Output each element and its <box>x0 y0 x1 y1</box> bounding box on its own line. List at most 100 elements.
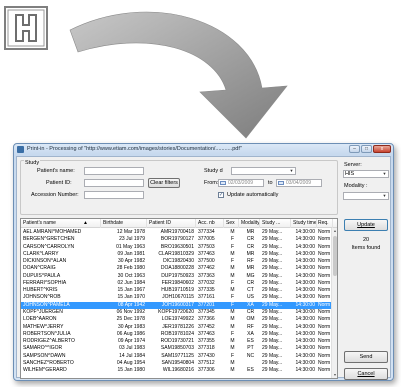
table-row[interactable]: BERGEN^GRETCHEN 23 Jul 1979 BOR19790127 377… <box>21 236 333 243</box>
cell-patient-name: SANCHEZ^ROBERTO <box>23 359 74 366</box>
table-row[interactable]: SANCHEZ^ROBERTO 04 Aug 1954 SAN19540804 377… <box>21 360 333 367</box>
update-button[interactable]: Update <box>344 219 388 231</box>
cell-study-time: 14:30:00 <box>295 359 315 366</box>
cell-study-time: 14:30:00 <box>295 258 315 265</box>
cell-modality: MR <box>246 250 255 257</box>
cell-patient-id: JOH10670115 <box>162 294 194 301</box>
table-row[interactable]: LOEB^AARON 25 Dec 1978 LOE19749922 377366 M O… <box>21 316 333 323</box>
column-header-patient-name[interactable]: Patient's name <box>21 219 101 228</box>
study-date-combo[interactable]: ▼ <box>231 167 296 175</box>
table-row[interactable]: DUPUIS^PAULA 30 Oct 1963 DUP19750923 377363… <box>21 273 333 280</box>
scroll-up-icon[interactable]: ▲ <box>332 228 337 234</box>
cell-patient-name: CLARK^LARRY <box>23 250 59 257</box>
minimize-button[interactable]: – <box>349 145 360 153</box>
column-header-req[interactable]: Req. <box>316 219 333 228</box>
table-row[interactable]: MATHEW^JERRY 30 Apr 1983 JER19781226 377452… <box>21 324 333 331</box>
cell-patient-name: WILHEM^GERARD <box>23 367 67 374</box>
cell-acc-nb: 377462 <box>198 265 215 272</box>
items-found-label: Items found <box>351 245 381 251</box>
table-row[interactable]: CLARK^LARRY 09 Jan 1981 CLAR19810329 377463… <box>21 251 333 258</box>
column-header-patient-id[interactable]: Patient ID <box>147 219 196 228</box>
from-date-picker[interactable]: 02/03/2009 <box>218 179 264 187</box>
to-date-picker[interactable]: 03/04/2009 <box>276 179 322 187</box>
cell-birthdate: 30 Oct 1963 <box>117 272 145 279</box>
cancel-button[interactable]: Cancel <box>344 368 388 380</box>
from-date-value: 02/03/2009 <box>228 180 254 186</box>
cell-acc-nb: 377366 <box>198 316 215 323</box>
table-row[interactable]: DICKINSON^ALAN 30 Apr 1982 DIC19820430 3775… <box>21 258 333 265</box>
table-row[interactable]: ROBERTSON^JULIA 06 Aug 1986 ROB19781024 377… <box>21 331 333 338</box>
table-row[interactable]: JOHNSON^ROB 15 Jan 1970 JOH10670115 377161 F… <box>21 294 333 301</box>
patient-id-input[interactable] <box>84 179 144 187</box>
cell-patient-name: BERGEN^GRETCHEN <box>23 236 75 243</box>
cell-acc-nb: 377500 <box>198 258 215 265</box>
cell-birthdate: 06 Aug 1986 <box>116 330 145 337</box>
table-row[interactable]: DOAN^CRAIG 28 Feb 1980 DOA18800228 377462 M M… <box>21 265 333 272</box>
modality-combo[interactable]: ▼ <box>343 192 389 200</box>
cell-study-time: 14:30:00 <box>295 287 315 294</box>
patient-name-input[interactable] <box>84 167 144 175</box>
cell-birthdate: 03 Jul 1983 <box>119 345 145 352</box>
column-header-modality[interactable]: Modality <box>239 219 260 228</box>
cell-modality: XA <box>247 330 254 337</box>
column-header-study-date[interactable]: Study ... <box>260 219 291 228</box>
calendar-icon <box>220 181 226 185</box>
cell-modality: CR <box>246 308 255 315</box>
server-combo[interactable]: HIS ▼ <box>343 170 389 178</box>
update-automatically-checkbox[interactable]: ✓ <box>218 192 224 198</box>
cell-sex: M <box>230 316 235 323</box>
table-row[interactable]: AEL AMRANI^MOHAMED 12 Mar 1978 AMR19700418… <box>21 229 333 236</box>
column-header-sex[interactable]: Sex <box>224 219 239 228</box>
table-row[interactable]: SAMARO^^IGOR 03 Jul 1983 SAM19850703 377318… <box>21 345 333 352</box>
chevron-down-icon: ▼ <box>382 193 387 198</box>
cell-modality: NC <box>246 352 255 359</box>
vertical-scrollbar[interactable]: ▲ ▼ <box>331 228 337 378</box>
column-header-birthdate[interactable]: Birthdate <box>101 219 147 228</box>
cell-birthdate: 30 Apr 1983 <box>118 323 145 330</box>
table-row[interactable]: JOHNSON^PAMELA 08 Apr 1942 JOH19600317 3772… <box>21 301 333 309</box>
from-label: From: <box>204 180 219 186</box>
cell-sex: M <box>230 308 235 315</box>
cell-acc-nb: 377005 <box>198 236 215 243</box>
scroll-thumb[interactable] <box>333 236 337 276</box>
cell-acc-nb: 377452 <box>198 323 215 330</box>
scroll-down-icon[interactable]: ▼ <box>332 372 337 378</box>
cell-study-date: 29 May... <box>262 345 283 352</box>
cell-patient-id: DOA18800228 <box>160 265 194 272</box>
cell-patient-id: HUB19710519 <box>161 287 194 294</box>
cell-acc-nb: 377334 <box>198 229 215 235</box>
cell-modality: OM <box>246 316 255 323</box>
cell-study-time: 14:30:00 <box>295 236 315 243</box>
cell-patient-name: LOEB^AARON <box>23 316 57 323</box>
cell-birthdate: 08 Apr 1942 <box>118 301 145 308</box>
close-button[interactable]: x <box>373 145 391 153</box>
clear-filters-button[interactable]: Clear filters <box>148 178 180 188</box>
cell-birthdate: 25 Dec 1978 <box>116 316 145 323</box>
column-header-acc-nb[interactable]: Acc. nb <box>196 219 224 228</box>
cell-birthdate: 09 Jan 1981 <box>117 250 145 257</box>
cell-modality: RF <box>247 258 254 265</box>
cell-sex: F <box>230 258 235 265</box>
cell-patient-id: DIC19820430 <box>163 258 194 265</box>
table-row[interactable]: KOPF^JUERGEN 06 Nov 1992 KOPF19720620 37734… <box>21 309 333 316</box>
cell-study-date: 29 May... <box>262 279 283 286</box>
table-row[interactable]: FERRARI^SOPHIA 02 Jun 1984 FER19840602 3770… <box>21 280 333 287</box>
table-row[interactable]: SAMPSON^DAWN 14 Jul 1984 SAM19771125 377430… <box>21 353 333 360</box>
table-row[interactable]: CARSON^CARROLYN 01 May 1963 BRO19630501 377… <box>21 244 333 251</box>
cell-patient-id: ROB19781024 <box>160 330 194 337</box>
table-row[interactable]: WILHEM^GERARD 15 Jan 1980 WIL19680216 37730… <box>21 367 333 374</box>
cell-study-date: 29 May... <box>262 287 283 294</box>
cell-modality: XA <box>247 301 254 308</box>
table-row[interactable]: HUBERT^KRIS 15 Jan 1967 HUB19710519 377335 M… <box>21 287 333 294</box>
column-header-study-time[interactable]: Study time <box>291 219 317 228</box>
table-row[interactable]: RODRIGEZ^ALBERTO 09 Apr 1974 ROD19730721 37… <box>21 338 333 345</box>
to-date-value: 03/04/2009 <box>286 180 312 186</box>
send-button[interactable]: Send <box>344 351 388 363</box>
cell-modality: MR <box>246 229 255 235</box>
cell-birthdate: 28 Feb 1980 <box>116 265 145 272</box>
cell-modality: ES <box>247 338 254 345</box>
accession-number-input[interactable] <box>84 191 144 199</box>
maximize-button[interactable]: □ <box>361 145 372 153</box>
cell-sex: F <box>230 301 235 308</box>
cell-acc-nb: 377363 <box>198 272 215 279</box>
